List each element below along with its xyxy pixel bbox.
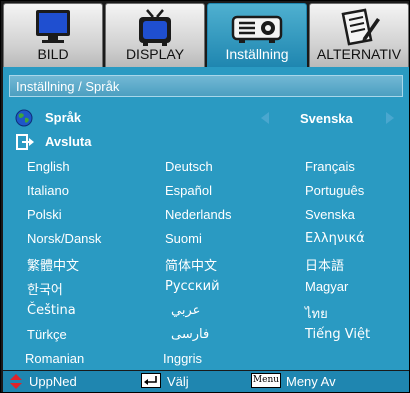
tab-label: DISPLAY [125,46,185,62]
language-option[interactable]: Ελληνικά [305,231,365,246]
language-option[interactable]: Magyar [305,279,348,294]
language-option[interactable]: Türkçe [27,327,67,342]
up-down-arrows-icon [10,374,22,392]
exit-label: Avsluta [45,134,92,149]
projector-icon [231,8,283,51]
language-option[interactable]: 简体中文 [165,255,217,274]
select-hint: Välj [167,374,189,389]
tab-display[interactable]: DISPLAY [105,3,205,67]
language-option[interactable]: Romanian [25,351,84,366]
language-option[interactable]: Norsk/Dansk [27,231,101,246]
language-option[interactable]: 한국어 [27,279,63,298]
language-option[interactable]: ไทย [305,303,328,324]
menu-off-hint: Meny Av [286,374,336,389]
language-option[interactable]: Português [305,183,364,198]
menu-key-icon: Menu [251,373,281,388]
tab-bar: BILD DISPLAY Inställning ALTERNATIV [3,3,409,67]
language-option[interactable]: Inggris [163,351,202,366]
tab-alternativ[interactable]: ALTERNATIV [309,3,409,67]
language-option[interactable]: Čeština [27,303,76,318]
language-option[interactable]: Polski [27,207,62,222]
language-option[interactable]: Español [165,183,212,198]
footer-hint-bar: UppNed Välj Menu Meny Av [3,371,409,392]
language-label: Språk [45,110,82,125]
updown-hint: UppNed [29,374,77,389]
language-option[interactable]: Tiếng Việt [305,327,370,342]
language-option[interactable]: Deutsch [165,159,213,174]
tab-label: ALTERNATIV [316,46,402,62]
monitor-icon [33,8,73,49]
globe-icon [15,109,33,130]
exit-icon [15,133,35,154]
enter-key-icon [141,373,161,388]
language-option[interactable]: English [27,159,70,174]
language-option[interactable]: Nederlands [165,207,232,222]
language-option[interactable]: عربي [171,303,200,318]
language-option[interactable]: 繁體中文 [27,255,79,274]
arrow-left-icon[interactable] [261,112,269,124]
breadcrumb: Inställning / Språk [9,75,403,97]
language-option[interactable]: Русский [165,279,220,294]
osd-menu: BILD DISPLAY Inställning ALTERNATIV Inst… [0,0,410,393]
settings-panel: Inställning / Språk Språk Svenska Avslut… [3,67,409,370]
language-value: Svenska [300,111,353,126]
language-option[interactable]: Italiano [27,183,69,198]
language-option[interactable]: فارسی [171,327,209,342]
arrow-right-icon[interactable] [386,112,394,124]
language-option[interactable]: Suomi [165,231,202,246]
language-row[interactable]: Språk [13,107,253,129]
tab-installning[interactable]: Inställning [207,3,307,67]
exit-row[interactable]: Avsluta [13,131,213,153]
language-option[interactable]: Svenska [305,207,355,222]
tab-bild[interactable]: BILD [3,3,103,67]
language-option[interactable]: 日本語 [305,255,344,274]
tab-label: BILD [37,46,69,62]
language-option[interactable]: Français [305,159,355,174]
tab-label: Inställning [225,46,289,62]
